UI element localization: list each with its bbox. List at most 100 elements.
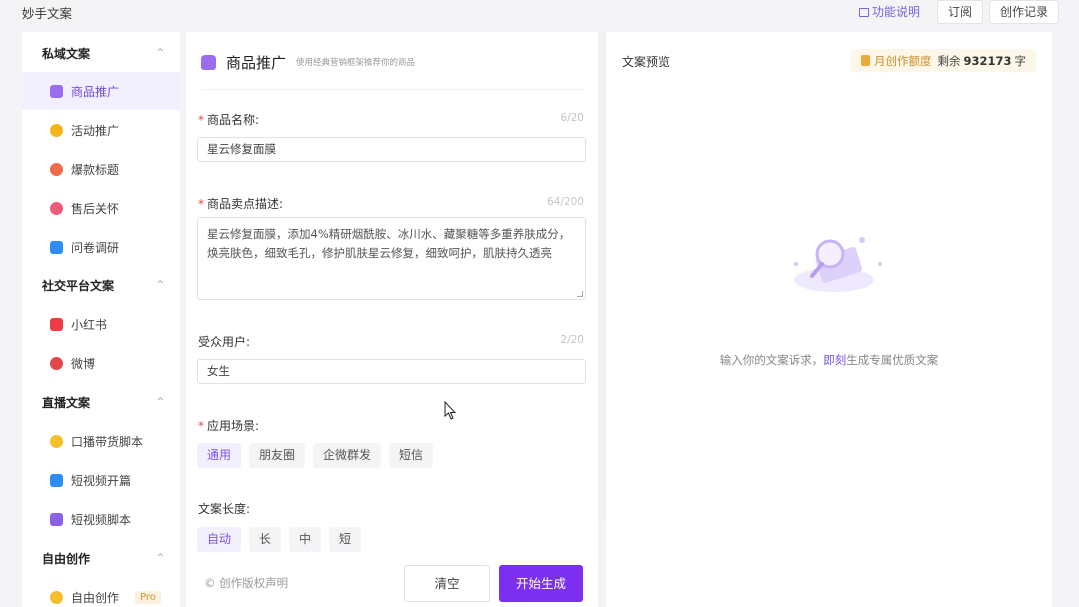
weibo-icon — [50, 356, 63, 370]
app-title: 妙手文案 — [22, 6, 73, 21]
empty-text-before: 输入你的文案诉求， — [719, 353, 824, 367]
quota-value: 932173 — [963, 53, 1012, 68]
book-icon — [858, 8, 869, 17]
empty-text-link[interactable]: 即刻 — [823, 353, 846, 367]
heart-icon — [50, 201, 63, 215]
length-option-medium[interactable]: 中 — [289, 527, 322, 552]
top-actions: 功能说明 订阅 创作记录 — [848, 0, 1059, 24]
smile-icon — [50, 434, 63, 448]
label-text: 商品卖点描述: — [207, 197, 284, 211]
form-footer: © 创作版权声明 清空 开始生成 — [186, 558, 598, 607]
group-live[interactable]: 直播文案 ^ — [22, 383, 180, 421]
sidebar-item-video-opening[interactable]: 短视频开篇 — [22, 461, 180, 499]
scene-label: * 应用场景: — [198, 419, 260, 433]
generate-button[interactable]: 开始生成 — [499, 565, 583, 602]
selling-points-textarea[interactable]: 星云修复面膜，添加4%精研烟酰胺、冰川水、藏聚糖等多重养肤成分，焕亮肤色，细致毛… — [197, 217, 586, 300]
guide-label: 功能说明 — [871, 5, 920, 19]
preview-title: 文案预览 — [622, 55, 671, 69]
form-panel: 商品推广 使用经典营销框架推荐你的商品 * 商品名称: 6/20 星云修复面膜 *… — [186, 32, 598, 607]
quota-badge: 月创作额度 剩余 932173 字 — [850, 49, 1036, 72]
sidebar-item-free-create[interactable]: 自由创作 Pro — [22, 578, 180, 607]
label-text: 商品名称: — [207, 113, 260, 127]
chevron-up-icon: ^ — [156, 48, 164, 58]
product-name-label: * 商品名称: — [198, 113, 260, 127]
survey-icon — [50, 240, 63, 254]
preview-panel: 文案预览 月创作额度 剩余 932173 字 输入你的文案诉求，即刻生成专属优质… — [606, 32, 1052, 607]
sidebar-item-video-script[interactable]: 短视频脚本 — [22, 500, 180, 538]
form-subtitle: 使用经典营销框架推荐你的商品 — [296, 58, 416, 68]
sidebar-item-label: 短视频脚本 — [71, 512, 132, 527]
group-title: 私域文案 — [42, 46, 91, 61]
empty-state-illustration — [794, 237, 882, 292]
sidebar-item-live-script[interactable]: 口播带货脚本 — [22, 422, 180, 460]
group-title: 直播文案 — [42, 395, 91, 410]
sparkle-icon — [50, 590, 63, 604]
quota-unit: 字 — [1014, 53, 1027, 68]
sidebar-item-label: 小红书 — [71, 317, 108, 332]
sidebar: 私域文案 ^ 商品推广 活动推广 爆款标题 售后关怀 问卷调研 社交平台文案 ^ 小… — [22, 32, 180, 607]
chevron-up-icon: ^ — [156, 280, 164, 290]
guide-button[interactable]: 功能说明 — [848, 0, 931, 24]
sidebar-item-label: 爆款标题 — [71, 162, 120, 177]
video-icon — [50, 473, 63, 487]
sidebar-item-label: 自由创作 — [71, 590, 120, 605]
divider — [201, 89, 584, 90]
scene-option-general[interactable]: 通用 — [197, 443, 242, 468]
length-option-long[interactable]: 长 — [249, 527, 282, 552]
scene-option-moments[interactable]: 朋友圈 — [249, 443, 306, 468]
sidebar-item-weibo[interactable]: 微博 — [22, 344, 180, 382]
quota-rest: 剩余 — [937, 53, 961, 68]
audience-label: 受众用户: — [198, 335, 251, 349]
sidebar-item-after-sale[interactable]: 售后关怀 — [22, 189, 180, 227]
clapper-icon — [50, 512, 63, 526]
product-name-counter: 6/20 — [560, 112, 584, 124]
resize-handle[interactable] — [577, 291, 583, 297]
selling-points-label: * 商品卖点描述: — [198, 197, 284, 211]
pro-badge: Pro — [135, 590, 161, 604]
empty-text-after: 生成专属优质文案 — [846, 353, 939, 367]
xiaohongshu-icon — [50, 317, 63, 331]
chevron-up-icon: ^ — [156, 397, 164, 407]
group-free[interactable]: 自由创作 ^ — [22, 539, 180, 577]
scene-options: 通用 朋友圈 企微群发 短信 — [197, 443, 434, 468]
sidebar-item-xiaohongshu[interactable]: 小红书 — [22, 305, 180, 343]
empty-state-text: 输入你的文案诉求，即刻生成专属优质文案 — [606, 352, 1052, 368]
sidebar-item-label: 活动推广 — [71, 123, 120, 138]
length-option-short[interactable]: 短 — [329, 527, 362, 552]
form-header: 商品推广 使用经典营销框架推荐你的商品 — [201, 48, 415, 76]
audience-counter: 2/20 — [560, 334, 584, 346]
copyright-link[interactable]: © 创作版权声明 — [204, 575, 288, 591]
sidebar-item-label: 售后关怀 — [71, 201, 120, 216]
sidebar-item-label: 商品推广 — [71, 84, 120, 99]
audience-input[interactable]: 女生 — [197, 359, 586, 384]
form-title: 商品推广 — [226, 53, 287, 72]
scene-option-sms[interactable]: 短信 — [389, 443, 434, 468]
group-title: 社交平台文案 — [42, 278, 115, 293]
coin-icon — [860, 55, 870, 66]
clear-button[interactable]: 清空 — [404, 565, 490, 602]
sidebar-item-survey[interactable]: 问卷调研 — [22, 228, 180, 266]
sidebar-item-hot-title[interactable]: 爆款标题 — [22, 150, 180, 188]
sidebar-item-product-promo[interactable]: 商品推广 — [22, 72, 180, 110]
sidebar-item-label: 问卷调研 — [71, 240, 120, 255]
scene-option-wecom[interactable]: 企微群发 — [313, 443, 382, 468]
mouse-cursor-icon — [444, 401, 457, 420]
label-text: 应用场景: — [207, 419, 260, 433]
subscribe-button[interactable]: 订阅 — [936, 0, 983, 24]
group-social[interactable]: 社交平台文案 ^ — [22, 266, 180, 304]
sidebar-item-event-promo[interactable]: 活动推广 — [22, 111, 180, 149]
length-option-auto[interactable]: 自动 — [197, 527, 242, 552]
quota-label: 月创作额度 — [873, 53, 932, 68]
group-private[interactable]: 私域文案 ^ — [22, 34, 180, 72]
history-button[interactable]: 创作记录 — [988, 0, 1059, 24]
length-options: 自动 长 中 短 — [197, 527, 362, 552]
top-bar: 妙手文案 功能说明 订阅 创作记录 — [0, 0, 1079, 24]
chevron-up-icon: ^ — [156, 553, 164, 563]
bag-icon — [201, 54, 216, 70]
scrollbar[interactable] — [598, 32, 606, 520]
length-label: 文案长度: — [198, 502, 251, 516]
product-name-input[interactable]: 星云修复面膜 — [197, 137, 586, 162]
group-title: 自由创作 — [42, 551, 91, 566]
sidebar-item-label: 口播带货脚本 — [71, 434, 144, 449]
selling-points-counter: 64/200 — [547, 196, 584, 208]
